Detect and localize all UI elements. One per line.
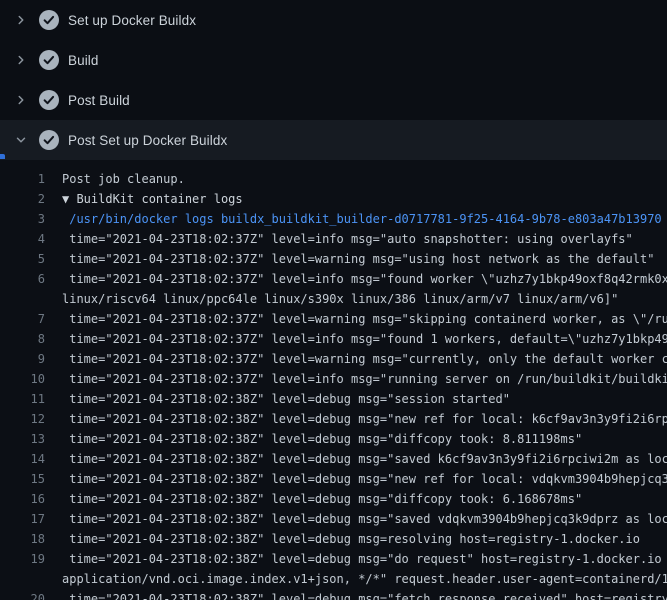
log-row: 13 time="2021-04-23T18:02:38Z" level=deb… [0, 429, 667, 449]
log-line-text: /usr/bin/docker logs buildx_buildkit_bui… [62, 209, 662, 229]
log-row: 11 time="2021-04-23T18:02:38Z" level=deb… [0, 389, 667, 409]
log-line-number[interactable]: 12 [0, 409, 45, 429]
chevron-icon [13, 132, 29, 148]
log-line-text: time="2021-04-23T18:02:38Z" level=debug … [62, 549, 667, 569]
log-row: 4 time="2021-04-23T18:02:37Z" level=info… [0, 229, 667, 249]
log-line-number[interactable]: 11 [0, 389, 45, 409]
log-line-number[interactable]: 13 [0, 429, 45, 449]
step-header-build[interactable]: Build [0, 40, 667, 80]
log-row: 6 time="2021-04-23T18:02:37Z" level=info… [0, 269, 667, 289]
step-label: Build [68, 53, 99, 68]
check-circle-icon [38, 89, 60, 111]
log-line-text: time="2021-04-23T18:02:38Z" level=debug … [62, 509, 667, 529]
log-row: 12 time="2021-04-23T18:02:38Z" level=deb… [0, 409, 667, 429]
log-line-number[interactable]: 14 [0, 449, 45, 469]
step-label: Set up Docker Buildx [68, 13, 196, 28]
chevron-icon [13, 92, 29, 108]
log-row-continuation: application/vnd.oci.image.index.v1+json,… [0, 569, 667, 589]
log-line-number [0, 289, 45, 309]
log-line-text: time="2021-04-23T18:02:38Z" level=debug … [62, 589, 667, 600]
log-line-number[interactable]: 18 [0, 529, 45, 549]
log-row: 7 time="2021-04-23T18:02:37Z" level=warn… [0, 309, 667, 329]
check-circle-icon [38, 129, 60, 151]
check-circle-icon [38, 49, 60, 71]
log-row-command: 3 /usr/bin/docker logs buildx_buildkit_b… [0, 209, 667, 229]
log-line-text: time="2021-04-23T18:02:37Z" level=warnin… [62, 249, 654, 269]
log-line-text: time="2021-04-23T18:02:38Z" level=debug … [62, 409, 667, 429]
step-header-set-up-docker-buildx[interactable]: Set up Docker Buildx [0, 0, 667, 40]
step-label: Post Build [68, 93, 130, 108]
step-label: Post Set up Docker Buildx [68, 133, 227, 148]
log-line-number[interactable]: 16 [0, 489, 45, 509]
log-line-number[interactable]: 8 [0, 329, 45, 349]
log-line-number [0, 569, 45, 589]
log-line-number[interactable]: 10 [0, 369, 45, 389]
log-row: 20 time="2021-04-23T18:02:38Z" level=deb… [0, 589, 667, 600]
log-line-number[interactable]: 2 [0, 189, 45, 209]
step-header-post-set-up-docker-buildx[interactable]: Post Set up Docker Buildx [0, 120, 667, 160]
focus-ring-fragment [0, 154, 5, 159]
log-row: 9 time="2021-04-23T18:02:37Z" level=warn… [0, 349, 667, 369]
log-row: 2 ▼ BuildKit container logs [0, 189, 667, 209]
log-row: 10 time="2021-04-23T18:02:37Z" level=inf… [0, 369, 667, 389]
log-row: 15 time="2021-04-23T18:02:38Z" level=deb… [0, 469, 667, 489]
log-group-toggle[interactable]: ▼ BuildKit container logs [62, 189, 243, 209]
log-line-text: linux/riscv64 linux/ppc64le linux/s390x … [62, 289, 618, 309]
log-line-text: time="2021-04-23T18:02:38Z" level=debug … [62, 449, 667, 469]
log-line-number[interactable]: 1 [0, 169, 45, 189]
log-line-text: time="2021-04-23T18:02:38Z" level=debug … [62, 529, 640, 549]
log-line-text: time="2021-04-23T18:02:37Z" level=warnin… [62, 309, 667, 329]
log-line-text: time="2021-04-23T18:02:37Z" level=warnin… [62, 349, 667, 369]
log-line-number[interactable]: 20 [0, 589, 45, 600]
log-row: 5 time="2021-04-23T18:02:37Z" level=warn… [0, 249, 667, 269]
log-row-continuation: linux/riscv64 linux/ppc64le linux/s390x … [0, 289, 667, 309]
log-line-text: time="2021-04-23T18:02:37Z" level=info m… [62, 229, 633, 249]
chevron-icon [13, 12, 29, 28]
log-line-text: time="2021-04-23T18:02:37Z" level=info m… [62, 369, 667, 389]
log-row: 18 time="2021-04-23T18:02:38Z" level=deb… [0, 529, 667, 549]
log-line-number[interactable]: 6 [0, 269, 45, 289]
log-row: 1 Post job cleanup. [0, 169, 667, 189]
log-row: 8 time="2021-04-23T18:02:37Z" level=info… [0, 329, 667, 349]
check-circle-icon [38, 9, 60, 31]
log-line-text: Post job cleanup. [62, 169, 185, 189]
log-line-text: time="2021-04-23T18:02:38Z" level=debug … [62, 389, 510, 409]
log-line-number[interactable]: 15 [0, 469, 45, 489]
log-line-number[interactable]: 19 [0, 549, 45, 569]
log-line-text: time="2021-04-23T18:02:37Z" level=info m… [62, 269, 667, 289]
chevron-icon [13, 52, 29, 68]
actions-log-viewer: { "colors": { "page_bg": "#0b0e14", "exp… [0, 0, 667, 600]
log-line-text: time="2021-04-23T18:02:38Z" level=debug … [62, 469, 667, 489]
log-line-text: application/vnd.oci.image.index.v1+json,… [62, 569, 667, 589]
log-row: 17 time="2021-04-23T18:02:38Z" level=deb… [0, 509, 667, 529]
log-line-text: time="2021-04-23T18:02:38Z" level=debug … [62, 489, 582, 509]
log-line-number[interactable]: 7 [0, 309, 45, 329]
step-header-post-build[interactable]: Post Build [0, 80, 667, 120]
log-row: 19 time="2021-04-23T18:02:38Z" level=deb… [0, 549, 667, 569]
log-line-text: time="2021-04-23T18:02:38Z" level=debug … [62, 429, 582, 449]
log-line-text: time="2021-04-23T18:02:37Z" level=info m… [62, 329, 667, 349]
log-container: 1 Post job cleanup. 2 ▼ BuildKit contain… [0, 160, 667, 600]
step-list: Set up Docker Buildx Build P [0, 0, 667, 160]
log-line-number[interactable]: 9 [0, 349, 45, 369]
log-line-number[interactable]: 17 [0, 509, 45, 529]
log-row: 14 time="2021-04-23T18:02:38Z" level=deb… [0, 449, 667, 469]
log-row: 16 time="2021-04-23T18:02:38Z" level=deb… [0, 489, 667, 509]
log-line-number[interactable]: 5 [0, 249, 45, 269]
log-line-number[interactable]: 4 [0, 229, 45, 249]
log-line-number[interactable]: 3 [0, 209, 45, 229]
